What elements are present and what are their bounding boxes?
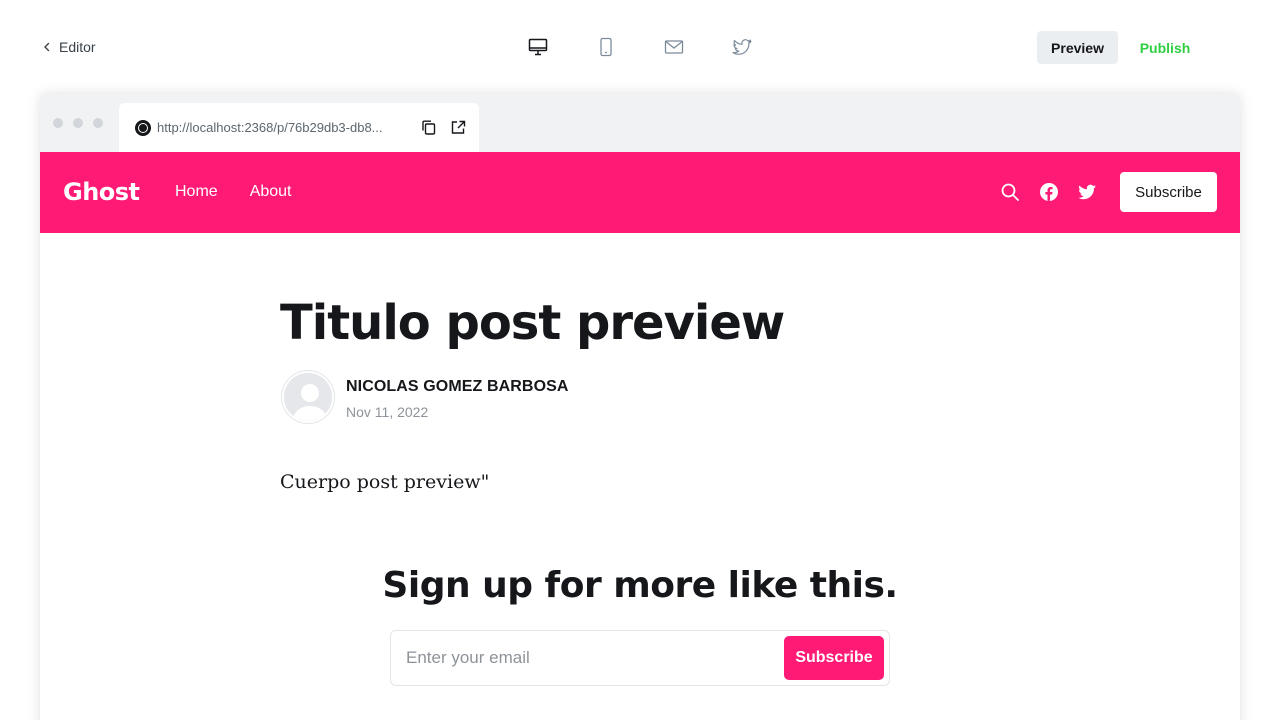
site-search-button[interactable]	[1000, 182, 1020, 202]
site-header: Ghost Home About Subscribe	[40, 152, 1240, 233]
window-dot	[73, 118, 83, 128]
preview-button[interactable]: Preview	[1037, 31, 1118, 64]
back-label: Editor	[59, 39, 96, 55]
nav-home[interactable]: Home	[175, 183, 218, 201]
editor-toolbar: Editor Preview Publish	[0, 0, 1280, 94]
mobile-preview-button[interactable]	[588, 28, 624, 66]
post-body: Cuerpo post preview"	[280, 471, 490, 493]
facebook-link[interactable]	[1039, 182, 1059, 202]
publish-button[interactable]: Publish	[1130, 31, 1200, 64]
facebook-icon	[1040, 183, 1058, 201]
nav-about[interactable]: About	[250, 183, 292, 201]
back-to-editor-link[interactable]: Editor	[42, 37, 96, 57]
desktop-icon	[528, 38, 548, 56]
favicon-icon	[135, 119, 151, 136]
external-link-icon	[451, 120, 465, 134]
window-dot	[53, 118, 63, 128]
post-title: Titulo post preview	[280, 295, 785, 351]
author-avatar[interactable]	[282, 371, 334, 423]
browser-chrome: http://localhost:2368/p/76b29db3-db8...	[40, 94, 1240, 152]
search-icon	[1001, 183, 1019, 201]
desktop-preview-button[interactable]	[520, 28, 556, 66]
email-preview-button[interactable]	[656, 28, 692, 66]
header-subscribe-button[interactable]: Subscribe	[1120, 172, 1217, 212]
window-dot	[93, 118, 103, 128]
window-dots	[53, 118, 103, 128]
site-logo[interactable]: Ghost	[63, 178, 140, 206]
copy-url-button[interactable]	[419, 119, 437, 137]
site-nav: Home About	[175, 183, 292, 201]
signup-heading: Sign up for more like this.	[382, 565, 898, 606]
twitter-preview-button[interactable]	[724, 28, 760, 66]
preview-browser-frame: http://localhost:2368/p/76b29db3-db8... …	[40, 94, 1240, 720]
twitter-icon	[732, 39, 752, 55]
email-icon	[664, 40, 684, 54]
browser-tab: http://localhost:2368/p/76b29db3-db8...	[119, 103, 479, 152]
copy-icon	[421, 120, 435, 135]
signup-form: Subscribe	[390, 630, 890, 686]
device-switcher	[520, 28, 792, 66]
user-placeholder-icon	[284, 373, 332, 421]
author-name[interactable]: NICOLAS GOMEZ BARBOSA	[346, 378, 569, 396]
preview-url: http://localhost:2368/p/76b29db3-db8...	[157, 120, 383, 135]
email-input[interactable]	[406, 631, 776, 685]
open-in-new-tab-button[interactable]	[449, 119, 467, 137]
signup-subscribe-button[interactable]: Subscribe	[784, 636, 884, 680]
twitter-icon	[1078, 184, 1096, 200]
chevron-left-icon	[44, 42, 50, 52]
post-date: Nov 11, 2022	[346, 404, 429, 420]
mobile-icon	[600, 37, 612, 57]
twitter-link[interactable]	[1077, 182, 1097, 202]
